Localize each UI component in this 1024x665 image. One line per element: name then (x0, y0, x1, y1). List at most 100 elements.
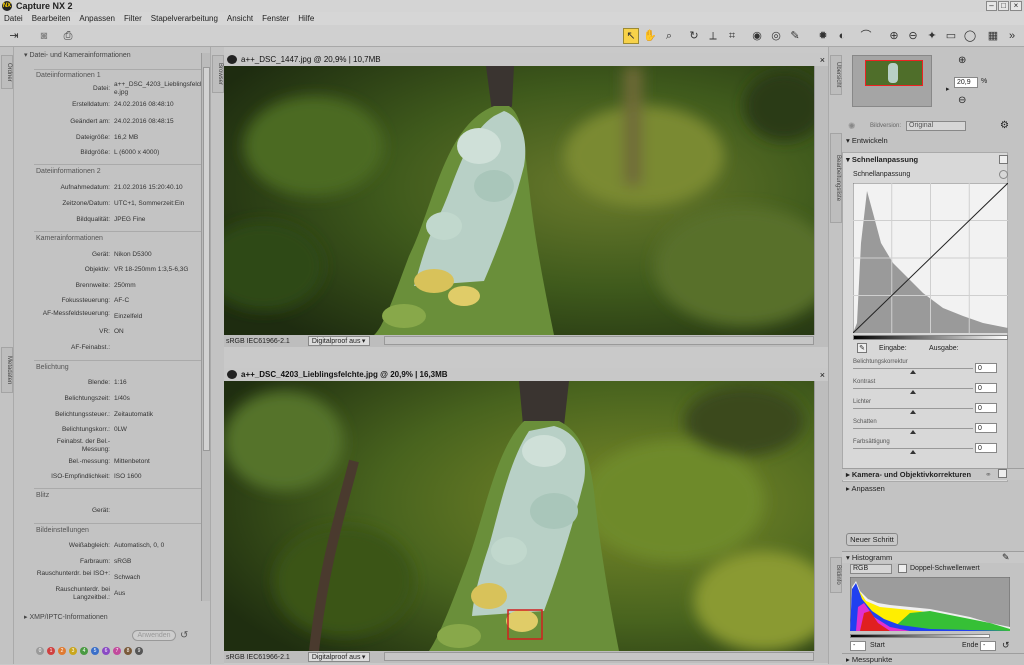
apply-button[interactable]: Anwenden (132, 630, 176, 641)
overview-thumbnail[interactable] (852, 55, 932, 107)
quick-fix-header[interactable]: ▾ Schnellanpassung (846, 155, 918, 164)
red-eye-icon[interactable]: ◉ (749, 28, 765, 44)
grid-icon[interactable]: ▦ (985, 28, 1001, 44)
label-4[interactable]: 4 (80, 647, 88, 655)
auto-retouch-icon[interactable]: ◎ (768, 28, 784, 44)
tab-edit-list[interactable]: Bearbeitungsliste (830, 133, 842, 223)
reset-icon[interactable]: ↺ (180, 630, 188, 641)
menu-hilfe[interactable]: Hilfe (298, 14, 314, 23)
metadata-scrollbar[interactable] (201, 53, 210, 601)
import-icon[interactable]: ⇥ (6, 28, 22, 44)
slider-value-input[interactable]: 0 (975, 403, 997, 413)
label-8[interactable]: 8 (124, 647, 132, 655)
section-camera-lens-corrections[interactable]: ▸ Kamera- und Objektivkorrekturen (842, 468, 1024, 480)
print-icon[interactable]: ⎙ (60, 28, 76, 44)
label-3[interactable]: 3 (69, 647, 77, 655)
slider-track[interactable] (853, 448, 973, 449)
image-window-1-titlebar[interactable]: a++_DSC_1447.jpg @ 20,9% | 10,7MB × (224, 53, 828, 66)
label-9[interactable]: 9 (135, 647, 143, 655)
section-anpassen[interactable]: ▸ Anpassen (842, 483, 1024, 495)
overflow-icon[interactable]: » (1004, 28, 1020, 44)
slider-track[interactable] (853, 388, 973, 389)
quick-fix-enable-checkbox[interactable] (999, 155, 1008, 164)
menu-bearbeiten[interactable]: Bearbeiten (32, 14, 71, 23)
label-1[interactable]: 1 (47, 647, 55, 655)
version-select[interactable]: Original (906, 121, 966, 131)
fill-icon[interactable]: ✦ (924, 28, 940, 44)
minimize-button[interactable]: – (986, 1, 997, 11)
brush-icon[interactable]: ✎ (787, 28, 803, 44)
red-eye-reduction-icon[interactable]: ◐ (834, 28, 850, 44)
image-1-vscroll[interactable] (814, 66, 828, 335)
menu-datei[interactable]: Datei (4, 14, 23, 23)
xmp-header[interactable]: ▸ XMP/IPTC-Informationen (24, 613, 108, 621)
selection-brush-icon[interactable]: ⊕ (886, 28, 902, 44)
slider-handle[interactable] (910, 370, 916, 374)
tab-metadaten[interactable]: Metadaten (1, 347, 13, 393)
menu-stapelverarbeitung[interactable]: Stapelverarbeitung (151, 14, 218, 23)
channel-select[interactable]: RGB (850, 564, 892, 574)
zoom-icon[interactable]: ⌕ (661, 28, 677, 44)
slider-track[interactable] (853, 428, 973, 429)
slider-track[interactable] (853, 408, 973, 409)
hand-icon[interactable]: ✋ (642, 28, 658, 44)
straighten-icon[interactable]: ⟂ (705, 28, 721, 44)
slider-handle[interactable] (910, 450, 916, 454)
menu-fenster[interactable]: Fenster (262, 14, 289, 23)
label-2[interactable]: 2 (58, 647, 66, 655)
section-entwickeln[interactable]: ▾ Entwickeln (842, 135, 1024, 147)
label-5[interactable]: 5 (91, 647, 99, 655)
curves-graph[interactable] (853, 183, 1008, 333)
slider-track[interactable] (853, 368, 973, 369)
eyedropper-icon[interactable]: ✎ (857, 343, 867, 353)
tab-photo-info[interactable]: Bildinfo (830, 557, 842, 593)
slider-handle[interactable] (910, 410, 916, 414)
zoom-input[interactable]: 20,9 (954, 77, 978, 88)
slider-handle[interactable] (910, 390, 916, 394)
crop-icon[interactable]: ⌗ (724, 28, 740, 44)
close-icon[interactable]: × (820, 55, 825, 65)
dual-threshold-checkbox[interactable] (898, 564, 907, 573)
slider-value-input[interactable]: 0 (975, 383, 997, 393)
metadata-header[interactable]: ▾ Datei- und Kamerainformationen (24, 51, 131, 59)
scrollbar-thumb[interactable] (203, 67, 210, 451)
menu-ansicht[interactable]: Ansicht (227, 14, 253, 23)
zoom-in-icon[interactable]: ⊕ (958, 55, 966, 66)
settings-gear-icon[interactable]: ⚙ (1000, 120, 1009, 131)
tab-browser[interactable]: Browser (212, 55, 224, 93)
selection-gradient-icon[interactable]: ⊖ (905, 28, 921, 44)
digital-proof-select[interactable]: Digitalproof aus (307, 336, 370, 346)
lasso-icon[interactable]: ⌒ (858, 28, 874, 44)
camera-icon[interactable]: ◙ (36, 28, 52, 44)
image-1-canvas[interactable] (224, 66, 814, 335)
slider-value-input[interactable]: 0 (975, 363, 997, 373)
label-6[interactable]: 6 (102, 647, 110, 655)
histogram-tool-icon[interactable]: ✎ (1002, 552, 1010, 563)
start-input[interactable]: - (850, 641, 866, 651)
tab-overview[interactable]: Übersicht (830, 55, 842, 95)
section-measure-points[interactable]: ▸ Messpunkte (842, 653, 1024, 665)
image-2-hscroll[interactable] (384, 652, 814, 661)
rotate-icon[interactable]: ↻ (686, 28, 702, 44)
digital-proof-select[interactable]: Digitalproof aus (307, 652, 370, 662)
image-1-hscroll[interactable] (384, 336, 814, 345)
marquee-icon[interactable]: ▭ (943, 28, 959, 44)
slider-value-input[interactable]: 0 (975, 443, 997, 453)
label-7[interactable]: 7 (113, 647, 121, 655)
new-step-button[interactable]: Neuer Schritt (846, 533, 898, 546)
image-2-canvas[interactable] (224, 381, 814, 651)
maximize-button[interactable]: □ (998, 1, 1009, 11)
color-control-point-icon[interactable]: ✹ (815, 28, 831, 44)
menu-anpassen[interactable]: Anpassen (79, 14, 115, 23)
label-0[interactable]: 0 (36, 647, 44, 655)
quick-fix-radio[interactable] (999, 170, 1008, 179)
image-window-2-titlebar[interactable]: a++_DSC_4203_Lieblingsfelchte.jpg @ 20,9… (224, 368, 828, 381)
overview-viewport[interactable] (865, 60, 923, 86)
camera-corr-checkbox[interactable] (998, 469, 1007, 478)
reset-icon[interactable]: ↺ (1002, 640, 1010, 651)
slider-handle[interactable] (910, 430, 916, 434)
close-button[interactable]: × (1010, 1, 1022, 11)
ellipse-select-icon[interactable]: ◯ (962, 28, 978, 44)
tab-ordner[interactable]: Ordner (1, 55, 13, 89)
close-icon[interactable]: × (820, 370, 825, 380)
